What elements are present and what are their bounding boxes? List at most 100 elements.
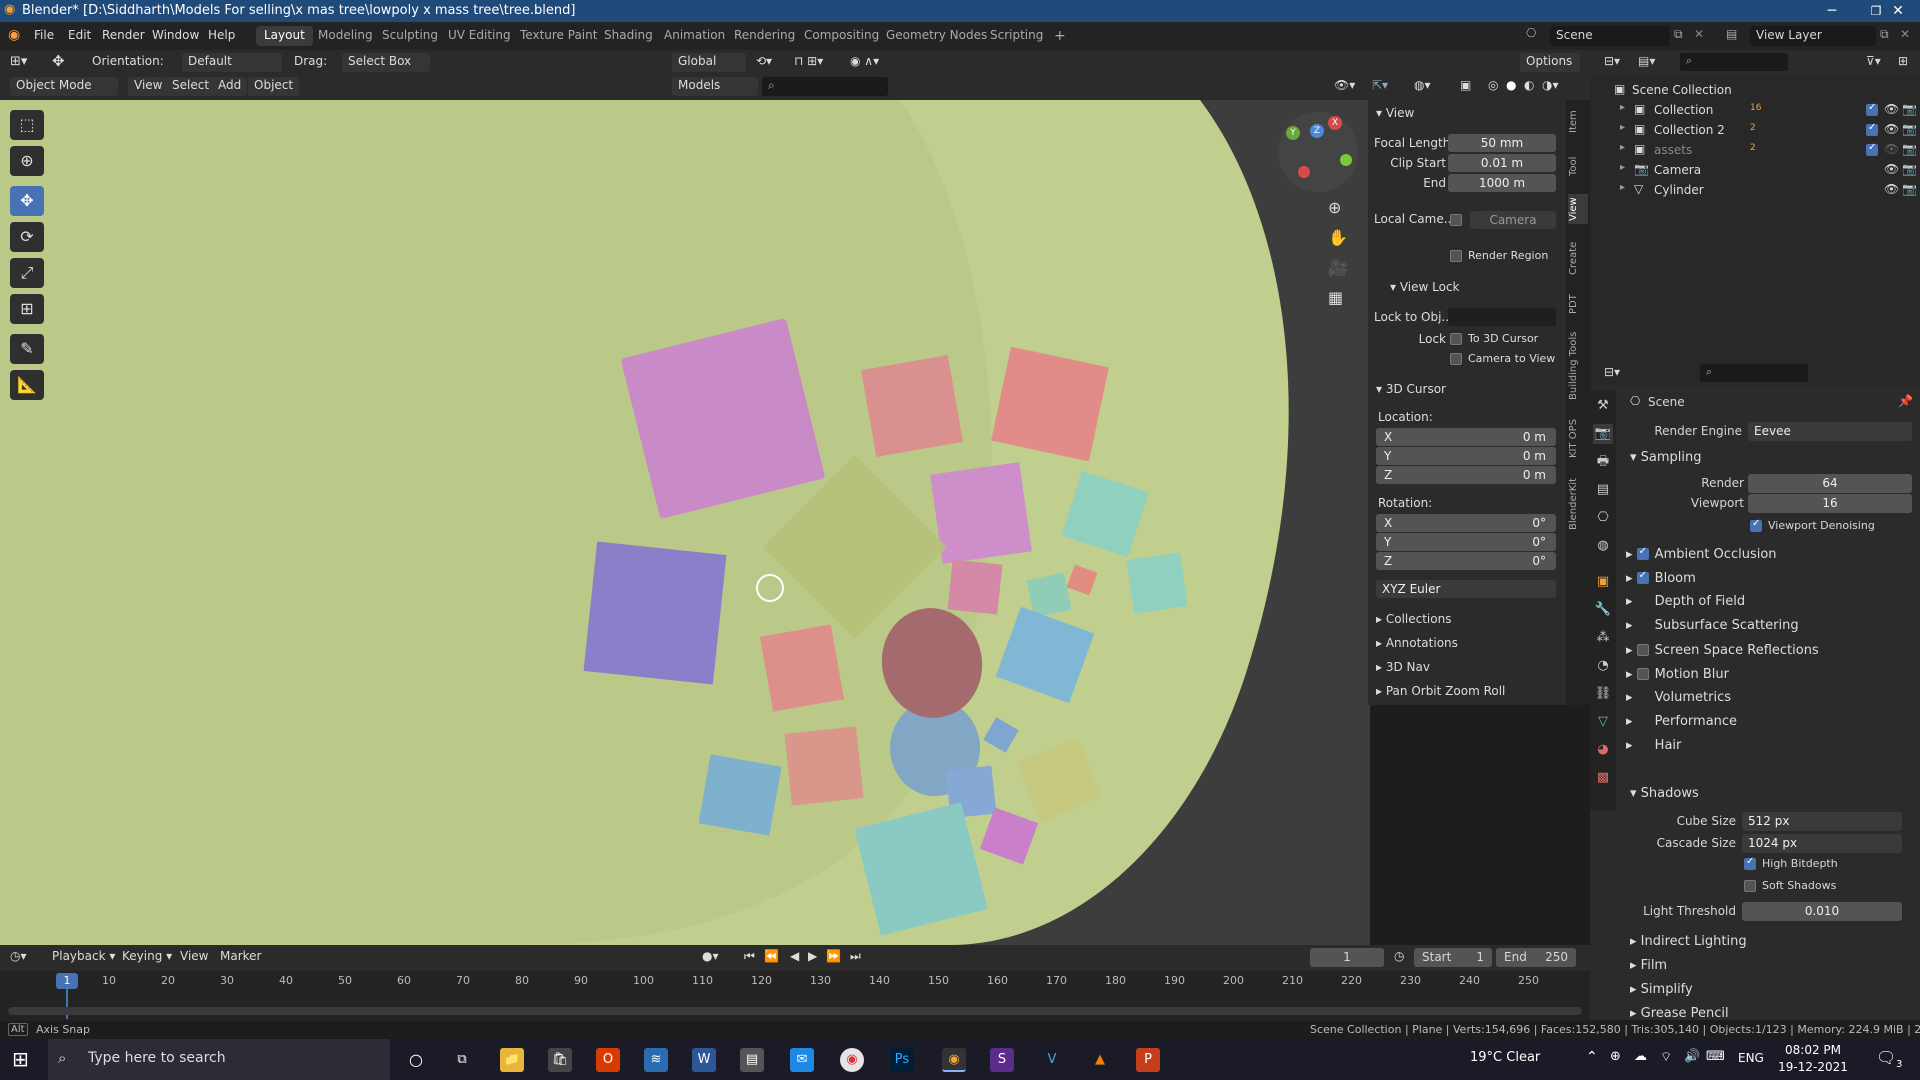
- close-button[interactable]: ✕: [1876, 0, 1920, 22]
- play-icon[interactable]: ▶: [808, 949, 817, 963]
- material-tab-icon[interactable]: ◕: [1593, 740, 1613, 760]
- pivot-icon[interactable]: ⟲▾: [756, 54, 772, 68]
- render-section-panel[interactable]: ▸ Hair: [1626, 738, 1681, 753]
- network-icon[interactable]: ⊕: [1610, 1049, 1621, 1064]
- tab-animation[interactable]: Animation: [656, 26, 733, 46]
- menu-file[interactable]: File: [34, 28, 54, 42]
- editor-type-icon[interactable]: ⊞▾: [10, 54, 27, 69]
- exclude-checkbox[interactable]: [1866, 102, 1878, 116]
- substance-icon[interactable]: S: [990, 1048, 1014, 1072]
- tab-sculpting[interactable]: Sculpting: [374, 26, 446, 46]
- section-enable-checkbox[interactable]: [1636, 668, 1649, 680]
- rendered-shading-icon[interactable]: ◑▾: [1542, 78, 1559, 92]
- visibility-eye-icon[interactable]: 👁: [1884, 142, 1899, 156]
- gift-box[interactable]: [583, 541, 727, 685]
- tab-texture-paint[interactable]: Texture Paint: [512, 26, 605, 46]
- world-tab-icon[interactable]: ◍: [1593, 536, 1613, 556]
- keyboard-icon[interactable]: ⌨: [1706, 1049, 1725, 1064]
- render-section-panel[interactable]: ▸ Bloom: [1626, 570, 1696, 586]
- sampling-panel[interactable]: ▾ Sampling: [1630, 450, 1702, 465]
- film-panel[interactable]: ▸ Film: [1630, 958, 1667, 973]
- tab-tool[interactable]: Tool: [1568, 152, 1588, 180]
- camera-to-view-checkbox[interactable]: [1450, 353, 1462, 365]
- render-tab-icon[interactable]: 📷: [1593, 424, 1613, 444]
- menu-edit[interactable]: Edit: [68, 28, 91, 42]
- select-box-icon[interactable]: ⬚: [10, 110, 44, 140]
- exclude-checkbox[interactable]: [1866, 142, 1878, 156]
- 3d-cursor[interactable]: [756, 574, 784, 602]
- outliner-item[interactable]: ▸ ▣ assets 2 👁📷: [1590, 140, 1920, 160]
- playhead[interactable]: 1: [56, 973, 78, 989]
- record-icon[interactable]: ●▾: [702, 949, 719, 963]
- overlay-icon[interactable]: ◍▾: [1414, 78, 1431, 92]
- viewport-search-input[interactable]: ⌕: [762, 77, 888, 96]
- render-region-checkbox[interactable]: [1450, 250, 1462, 262]
- render-visibility-icon[interactable]: 📷: [1902, 122, 1917, 136]
- transform-orientation-dropdown[interactable]: Global: [672, 53, 746, 72]
- cursor-rotation-x[interactable]: X 0°: [1376, 514, 1556, 532]
- options-dropdown[interactable]: Options: [1520, 53, 1580, 72]
- timeline-scrollbar[interactable]: [8, 1007, 1582, 1015]
- menu-window[interactable]: Window: [152, 28, 199, 42]
- vlc-icon[interactable]: ▲: [1088, 1048, 1112, 1072]
- section-enable-checkbox[interactable]: [1636, 570, 1649, 584]
- render-section-panel[interactable]: ▸ Screen Space Reflections: [1626, 642, 1819, 658]
- wireframe-shading-icon[interactable]: ◎: [1488, 78, 1498, 92]
- texture-tab-icon[interactable]: ▩: [1593, 768, 1613, 788]
- visibility-eye-icon[interactable]: 👁: [1884, 162, 1899, 176]
- constraints-tab-icon[interactable]: ⛓: [1593, 684, 1613, 704]
- cursor-rotation-z[interactable]: Z 0°: [1376, 552, 1556, 570]
- clip-start-field[interactable]: 0.01 m: [1448, 154, 1556, 172]
- particles-tab-icon[interactable]: ⁂: [1593, 628, 1613, 648]
- view-layer-selector[interactable]: View Layer: [1750, 26, 1876, 46]
- tab-blenderkit[interactable]: BlenderKit: [1568, 474, 1588, 534]
- visibility-eye-icon[interactable]: 👁: [1884, 122, 1899, 136]
- proportional-edit-icon[interactable]: ◉ ∧▾: [850, 54, 879, 68]
- timeline-view-menu[interactable]: View: [180, 949, 208, 963]
- lock-to-object-field[interactable]: [1448, 308, 1556, 326]
- windows-start-icon[interactable]: ⊞: [12, 1047, 29, 1071]
- perspective-grid-icon[interactable]: ▦: [1328, 288, 1343, 307]
- cursor-location-y[interactable]: Y 0 m: [1376, 447, 1556, 465]
- tab-pdt[interactable]: PDT: [1568, 290, 1588, 318]
- app-icon[interactable]: ≋: [644, 1048, 668, 1072]
- jump-start-icon[interactable]: ⏮: [744, 949, 755, 964]
- gift-box[interactable]: [784, 726, 864, 806]
- render-visibility-icon[interactable]: 📷: [1902, 162, 1917, 176]
- cursor-location-x[interactable]: X 0 m: [1376, 428, 1556, 446]
- xray-icon[interactable]: ▣: [1460, 78, 1471, 92]
- modifier-tab-icon[interactable]: 🔧: [1593, 600, 1613, 620]
- y-axis-icon[interactable]: Y: [1286, 126, 1300, 140]
- measure-icon[interactable]: 📐: [10, 370, 44, 400]
- chrome-icon[interactable]: ◉: [840, 1048, 864, 1072]
- material-shading-icon[interactable]: ◐: [1524, 78, 1534, 92]
- pan-orbit-panel[interactable]: ▸ Pan Orbit Zoom Roll: [1376, 684, 1505, 698]
- render-section-panel[interactable]: ▸ Volumetrics: [1626, 690, 1731, 705]
- current-frame-field[interactable]: 1: [1310, 948, 1384, 967]
- cascade-size-dropdown[interactable]: 1024 px: [1742, 834, 1902, 853]
- expand-arrow-icon[interactable]: ▸: [1620, 122, 1625, 133]
- drag-dropdown[interactable]: Select Box: [342, 53, 430, 72]
- gift-box[interactable]: [759, 624, 845, 712]
- rotation-mode-dropdown[interactable]: XYZ Euler: [1376, 580, 1556, 598]
- start-frame-field[interactable]: Start 1: [1414, 948, 1492, 967]
- tab-uv-editing[interactable]: UV Editing: [440, 26, 519, 46]
- tab-create[interactable]: Create: [1568, 238, 1588, 278]
- taskbar-search-box[interactable]: ⌕ Type here to search: [48, 1039, 390, 1080]
- tab-geometry-nodes[interactable]: Geometry Nodes: [878, 26, 995, 46]
- remove-scene-icon[interactable]: ✕: [1694, 27, 1704, 41]
- outliner-item[interactable]: ▸ ▣ Collection 16 👁📷: [1590, 100, 1920, 120]
- camera-view-icon[interactable]: 🎥: [1328, 258, 1348, 277]
- printer-app-icon[interactable]: ▤: [740, 1048, 764, 1072]
- office-icon[interactable]: O: [596, 1048, 620, 1072]
- view-section-header[interactable]: ▾ View: [1376, 106, 1414, 120]
- next-keyframe-icon[interactable]: ⏩: [826, 949, 841, 963]
- add-workspace-button[interactable]: +: [1046, 26, 1074, 46]
- notification-icon[interactable]: 🗨: [1876, 1048, 1896, 1067]
- gift-box[interactable]: [947, 559, 1003, 615]
- visibility-eye-icon[interactable]: 👁: [1884, 102, 1899, 116]
- remove-view-layer-icon[interactable]: ✕: [1900, 27, 1910, 41]
- blender-menu-icon[interactable]: ◉: [8, 27, 20, 43]
- cloud-icon[interactable]: ☁: [1634, 1049, 1647, 1064]
- play-reverse-icon[interactable]: ◀: [790, 949, 799, 963]
